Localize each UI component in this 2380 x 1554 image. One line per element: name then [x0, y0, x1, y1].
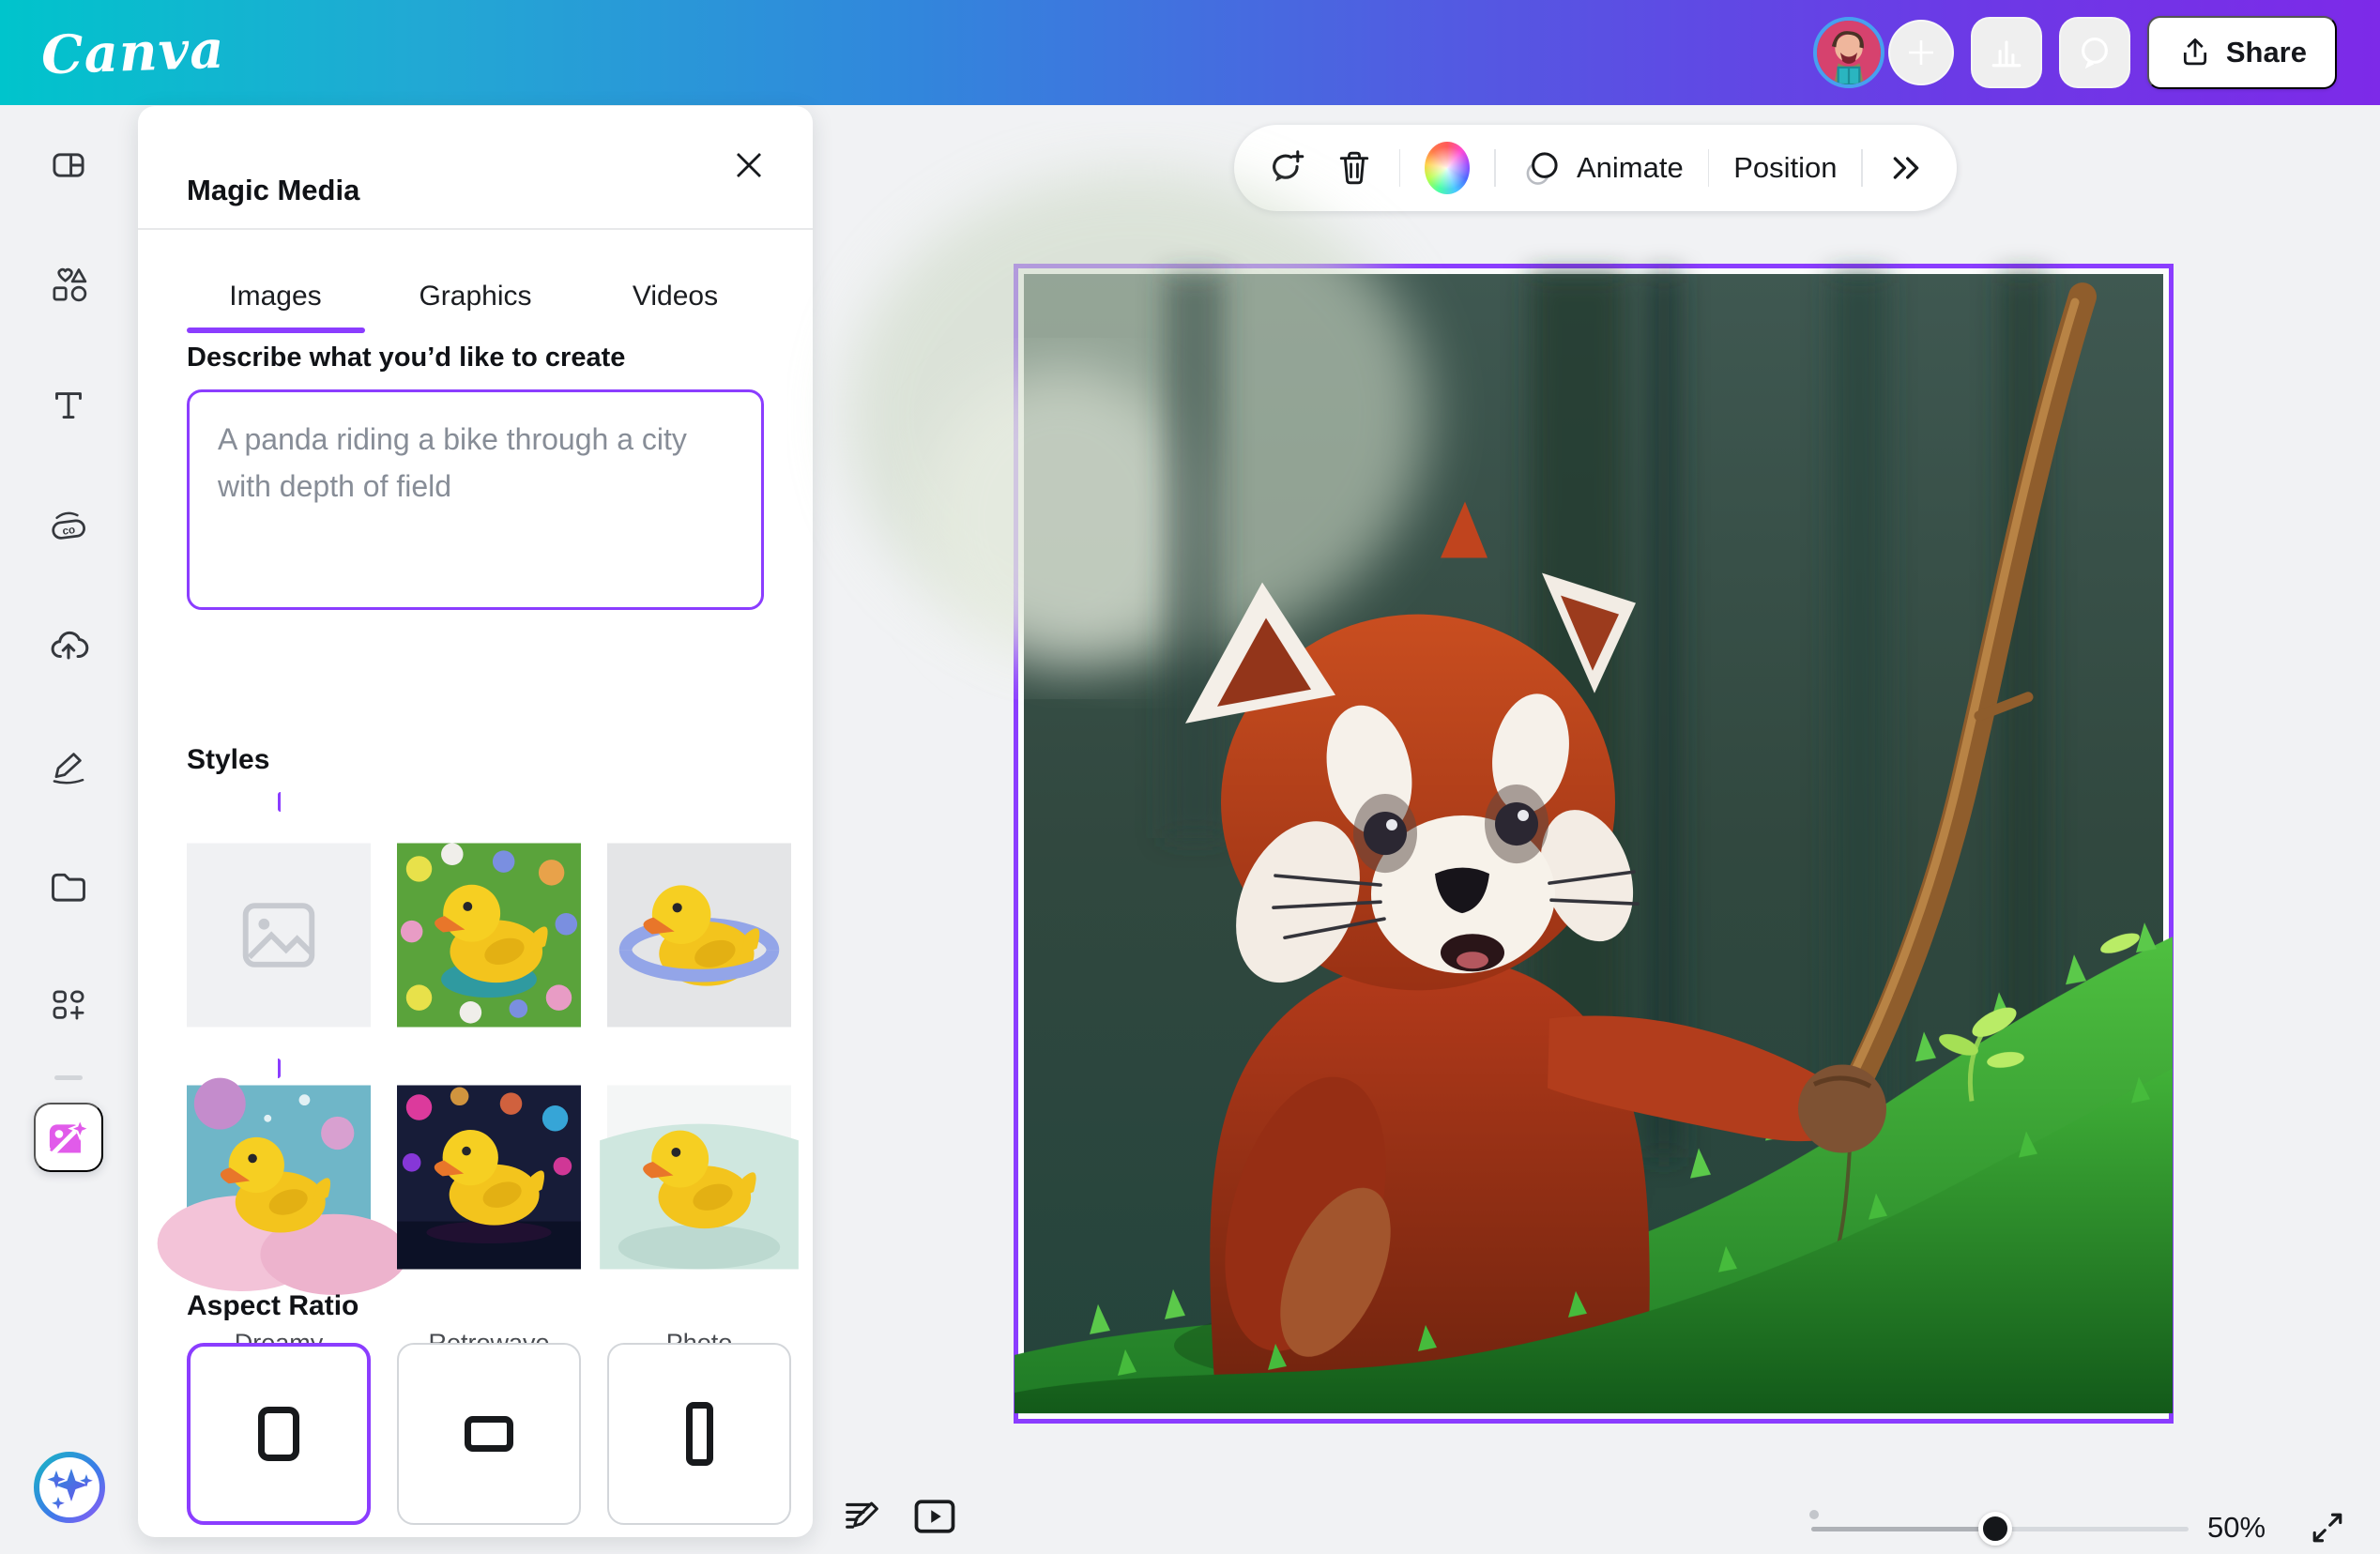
close-panel-button[interactable] — [726, 144, 771, 189]
style-option-3d[interactable]: 3D — [397, 795, 581, 1047]
tab-videos[interactable]: Videos — [575, 252, 775, 333]
tab-videos-label: Videos — [633, 281, 718, 312]
elements-icon — [48, 265, 89, 306]
canva-editor: Canva — [0, 0, 2380, 1554]
animate-button[interactable]: Animate — [1520, 146, 1684, 190]
delete-button[interactable] — [1334, 147, 1375, 189]
sidebar-item-elements[interactable] — [0, 225, 137, 345]
sidebar-divider — [54, 1075, 83, 1080]
sidebar-item-brand[interactable]: co — [0, 465, 137, 586]
share-label: Share — [2226, 36, 2307, 69]
sidebar-item-uploads[interactable] — [0, 586, 137, 706]
red-panda-image — [1024, 274, 2163, 1413]
panel-header: Magic Media — [138, 106, 813, 230]
style-option-none[interactable]: None — [187, 795, 371, 1047]
close-icon — [732, 148, 766, 182]
toolbar-divider — [1399, 149, 1400, 187]
topbar: Canva — [0, 0, 2380, 105]
zoom-level-label: 50% — [2207, 1511, 2266, 1545]
animate-label: Animate — [1577, 151, 1684, 185]
fullscreen-button[interactable] — [2307, 1507, 2348, 1551]
sidebar-item-text[interactable] — [0, 345, 137, 465]
aspect-ratio-heading: Aspect Ratio — [187, 1290, 359, 1322]
present-icon — [912, 1496, 957, 1537]
color-picker-button[interactable] — [1425, 142, 1470, 194]
animate-icon — [1520, 146, 1564, 190]
aspect-ratio-row — [187, 1343, 791, 1525]
assistant-sparkle-icon — [32, 1450, 107, 1525]
style-option-retrowave[interactable]: Retrowave — [397, 1037, 581, 1289]
uploads-icon — [47, 624, 90, 667]
prompt-input[interactable] — [187, 389, 764, 610]
position-label: Position — [1733, 151, 1837, 185]
sidebar-item-design[interactable] — [0, 105, 137, 225]
canva-logo: Canva — [40, 19, 226, 87]
styles-row-2: Dreamy Retrowave — [187, 1037, 791, 1289]
add-member-button[interactable] — [1888, 20, 1954, 85]
svg-text:co: co — [62, 524, 76, 538]
aspect-square-option[interactable] — [187, 1343, 371, 1525]
magic-media-panel: Magic Media Images Graphics Videos Descr… — [138, 106, 813, 1537]
landscape-ratio-icon — [465, 1416, 513, 1452]
tab-images-label: Images — [229, 281, 321, 312]
insights-icon — [1986, 32, 2027, 73]
comment-button[interactable] — [1266, 146, 1309, 190]
zoom-slider-thumb[interactable] — [1978, 1512, 2012, 1546]
more-chevrons-icon — [1887, 149, 1925, 187]
comments-icon — [2074, 32, 2115, 73]
projects-icon — [48, 865, 89, 906]
tab-graphics-label: Graphics — [419, 281, 531, 312]
text-icon — [50, 387, 87, 424]
canvas-toolbar: Animate Position — [1234, 125, 1957, 211]
avatar[interactable] — [1813, 17, 1884, 88]
portrait-ratio-icon — [686, 1402, 713, 1466]
zoom-fit-marker — [1809, 1510, 1819, 1519]
expand-icon — [2307, 1507, 2348, 1548]
topbar-actions: Share — [1813, 16, 2337, 89]
aspect-portrait-option[interactable] — [607, 1343, 791, 1525]
sidebar-item-projects[interactable] — [0, 826, 137, 946]
style-option-3d-model[interactable]: 3D Model — [607, 795, 791, 1047]
selected-image[interactable] — [1014, 264, 2174, 1424]
sidebar: co — [0, 105, 137, 1554]
style-option-dreamy[interactable]: Dreamy — [187, 1037, 371, 1289]
more-tools-button[interactable] — [1887, 149, 1925, 187]
position-button[interactable]: Position — [1733, 151, 1837, 185]
sidebar-item-draw[interactable] — [0, 706, 137, 826]
trash-icon — [1334, 147, 1375, 189]
plus-icon — [1905, 37, 1937, 69]
present-button[interactable] — [912, 1496, 957, 1540]
toolbar-divider — [1494, 149, 1495, 187]
square-ratio-icon — [258, 1407, 299, 1461]
sidebar-item-apps[interactable] — [0, 946, 137, 1066]
active-tab-underline — [187, 328, 365, 333]
tab-graphics[interactable]: Graphics — [375, 252, 575, 333]
toolbar-divider — [1708, 149, 1709, 187]
brand-icon: co — [48, 505, 89, 546]
style-option-photo[interactable]: Photo — [607, 1037, 791, 1289]
comments-button[interactable] — [2059, 17, 2130, 88]
comment-plus-icon — [1266, 146, 1309, 190]
zoom-slider-fill — [1811, 1527, 1995, 1531]
draw-icon — [48, 745, 89, 786]
upload-icon — [2177, 35, 2213, 70]
insights-button[interactable] — [1971, 17, 2042, 88]
describe-label: Describe what you’d like to create — [187, 343, 625, 373]
design-icon — [49, 145, 88, 185]
notes-icon — [842, 1494, 885, 1537]
sidebar-item-magic-media[interactable] — [34, 1103, 103, 1172]
notes-button[interactable] — [842, 1494, 885, 1540]
magic-media-icon — [47, 1118, 90, 1157]
panel-tabs: Images Graphics Videos — [138, 230, 813, 333]
toolbar-divider — [1861, 149, 1862, 187]
share-button[interactable]: Share — [2147, 16, 2337, 89]
apps-icon — [48, 985, 89, 1027]
panel-title: Magic Media — [187, 174, 359, 207]
tab-images[interactable]: Images — [175, 252, 375, 333]
assistant-button[interactable] — [32, 1450, 107, 1525]
styles-row-1: None 3D — [187, 795, 791, 1047]
styles-heading: Styles — [187, 744, 269, 776]
color-wheel-icon — [1425, 142, 1470, 194]
aspect-landscape-option[interactable] — [397, 1343, 581, 1525]
